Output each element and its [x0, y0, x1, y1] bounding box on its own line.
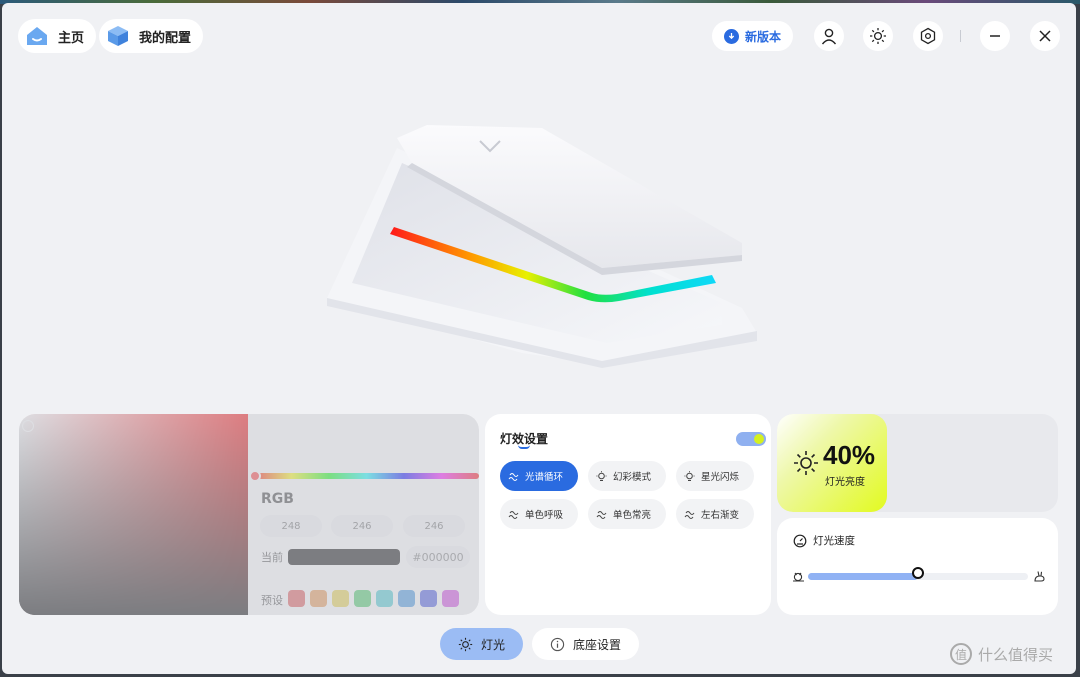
effect-mode-label: 单色呼吸: [525, 510, 564, 521]
effect-mode-button[interactable]: 光谱循环: [500, 461, 578, 491]
saturation-value-area[interactable]: [19, 414, 248, 615]
preset-color-swatch[interactable]: [398, 590, 415, 607]
watermark-logo-icon: 值: [950, 643, 972, 665]
product-render-image: [327, 125, 757, 368]
rabbit-fast-icon: [1034, 571, 1045, 582]
effect-mode-label: 星光闪烁: [701, 472, 740, 483]
wave-icon: [596, 510, 607, 519]
home-label: 主页: [58, 30, 85, 46]
wave-icon: [508, 472, 519, 481]
hue-slider[interactable]: [254, 473, 479, 479]
effect-mode-label: 幻彩模式: [613, 472, 652, 483]
effect-mode-label: 单色常亮: [613, 510, 652, 521]
color-controls: RGB 248 246 246 当前 #000000 预设: [248, 414, 479, 615]
wave-icon: [508, 510, 519, 519]
hexagon-settings-icon: [920, 27, 936, 45]
sv-picker-thumb[interactable]: [22, 420, 34, 432]
effect-mode-button[interactable]: 星光闪烁: [676, 461, 754, 491]
minimize-icon: [990, 35, 1000, 37]
speed-panel: 灯光速度: [777, 518, 1058, 615]
effects-toggle[interactable]: [736, 432, 766, 446]
hex-input[interactable]: #000000: [406, 546, 470, 568]
blue-input[interactable]: 246: [403, 515, 465, 537]
bulb-icon: [684, 470, 695, 481]
sun-icon: [794, 451, 818, 475]
toggle-knob: [754, 434, 764, 444]
close-icon: [1039, 30, 1051, 42]
rgb-label: RGB: [261, 491, 294, 507]
red-input[interactable]: 248: [260, 515, 322, 537]
cube-icon: [105, 23, 131, 49]
tab-light-label: 灯光: [481, 637, 506, 652]
new-version-label: 新版本: [745, 29, 782, 44]
tab-base-settings[interactable]: 底座设置: [532, 628, 640, 660]
minimize-button[interactable]: [980, 21, 1010, 51]
preset-color-swatch[interactable]: [354, 590, 371, 607]
header-divider: [960, 30, 961, 42]
preset-color-swatch[interactable]: [332, 590, 349, 607]
home-button[interactable]: 主页: [18, 19, 97, 53]
new-version-button[interactable]: 新版本: [712, 21, 794, 51]
current-label: 当前: [261, 551, 283, 564]
green-input[interactable]: 246: [331, 515, 393, 537]
tab-light[interactable]: 灯光: [440, 628, 524, 660]
current-color-swatch: [288, 549, 400, 565]
home-icon: [24, 23, 50, 49]
light-effects-panel: 灯效设置 光谱循环 幻彩模式 星光闪烁 单色呼吸 单色常亮 左右渐变: [485, 414, 771, 615]
my-config-button[interactable]: 我的配置: [99, 19, 204, 53]
brightness-panel[interactable]: 40% 灯光亮度: [777, 414, 1058, 512]
effect-mode-button[interactable]: 左右渐变: [676, 499, 754, 529]
speed-slider-thumb[interactable]: [912, 567, 924, 579]
account-button[interactable]: [814, 21, 844, 51]
tab-base-settings-label: 底座设置: [573, 637, 622, 652]
hue-slider-thumb[interactable]: [249, 470, 261, 482]
sun-icon: [870, 28, 886, 44]
brightness-button[interactable]: [863, 21, 893, 51]
brightness-label: 灯光亮度: [825, 477, 865, 488]
info-icon: [550, 637, 565, 651]
brightness-value: 40%: [823, 440, 876, 470]
settings-button[interactable]: [913, 21, 943, 51]
sun-icon: [458, 637, 473, 651]
color-picker-panel: RGB 248 246 246 当前 #000000 预设: [19, 414, 479, 615]
close-button[interactable]: [1030, 21, 1060, 51]
snail-slow-icon: [793, 572, 804, 582]
app-window: 主页 我的配置 新版本 RGB 248 246 246 当前 #000000 预…: [2, 3, 1076, 674]
effect-mode-button[interactable]: 幻彩模式: [588, 461, 666, 491]
effect-mode-label: 光谱循环: [525, 472, 564, 483]
bulb-icon: [596, 470, 607, 481]
watermark-text: 什么值得买: [978, 645, 1054, 664]
speedometer-icon: [793, 534, 807, 548]
preset-label: 预设: [261, 594, 283, 607]
preset-color-swatch[interactable]: [288, 590, 305, 607]
download-icon: [724, 28, 739, 44]
preset-color-swatch[interactable]: [376, 590, 393, 607]
effect-mode-button[interactable]: 单色常亮: [588, 499, 666, 529]
my-config-label: 我的配置: [139, 30, 192, 46]
title-underline: [518, 445, 530, 449]
speed-slider-fill: [808, 573, 918, 580]
effect-mode-label: 左右渐变: [701, 510, 740, 521]
speed-title: 灯光速度: [813, 535, 855, 547]
watermark: 值 什么值得买: [950, 643, 1053, 665]
preset-color-swatch[interactable]: [420, 590, 437, 607]
preset-color-swatch[interactable]: [442, 590, 459, 607]
wave-icon: [684, 510, 695, 519]
preset-color-swatch[interactable]: [310, 590, 327, 607]
effect-mode-button[interactable]: 单色呼吸: [500, 499, 578, 529]
user-icon: [821, 28, 837, 45]
